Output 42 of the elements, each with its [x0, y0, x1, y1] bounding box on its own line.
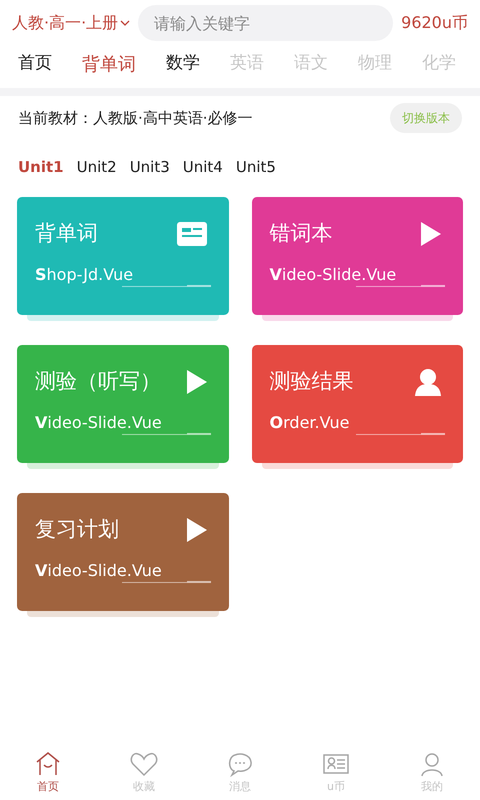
- home-icon: [34, 750, 62, 776]
- play-icon: [186, 518, 206, 542]
- bottom-nav-item[interactable]: 首页: [18, 750, 78, 795]
- nav-label: 我的: [421, 778, 443, 794]
- unit-tab[interactable]: Unit1: [18, 156, 64, 178]
- feature-card[interactable]: 测验结果 Order.Vue: [252, 345, 463, 463]
- play-icon: [186, 370, 206, 394]
- current-textbook: 当前教材：人教版·高中英语·必修一: [18, 108, 253, 129]
- card-title: 背单词: [35, 220, 98, 248]
- play-icon: [421, 222, 441, 246]
- coin-balance: 9620u币: [401, 12, 468, 34]
- id-card-icon: [176, 222, 206, 246]
- card-title: 测验结果: [270, 368, 354, 396]
- textbook-selector[interactable]: 人教·高一·上册: [12, 11, 130, 35]
- heart-icon: [130, 750, 158, 776]
- card-title: 复习计划: [35, 516, 119, 544]
- unit-tab[interactable]: Unit4: [182, 156, 223, 178]
- card-title: 测验（听写）: [35, 368, 161, 396]
- nav-label: 首页: [37, 778, 59, 794]
- feature-card[interactable]: 复习计划 Video-Slide.Vue: [17, 493, 228, 611]
- card-title: 错词本: [270, 220, 332, 248]
- card-subtitle: Video-Slide.Vue: [35, 412, 163, 434]
- subject-tab[interactable]: 首页: [18, 51, 52, 77]
- nav-label: u币: [327, 778, 345, 794]
- card-subtitle: Video-Slide.Vue: [35, 560, 163, 582]
- unit-tab[interactable]: Unit5: [236, 156, 276, 178]
- chat-icon: [226, 750, 254, 776]
- unit-tab[interactable]: Unit2: [76, 156, 117, 178]
- card-subtitle: Video-Slide.Vue: [270, 264, 398, 286]
- subject-tab[interactable]: 数学: [166, 51, 200, 77]
- feature-card[interactable]: 背单词 Shop-Jd.Vue: [17, 197, 228, 315]
- card-subtitle: Shop-Jd.Vue: [35, 264, 134, 286]
- nav-label: 消息: [229, 778, 251, 794]
- nav-label: 收藏: [133, 778, 155, 794]
- subject-tab[interactable]: 背单词: [82, 50, 136, 78]
- chevron-down-icon: [120, 20, 130, 26]
- feature-card[interactable]: 错词本 Video-Slide.Vue: [252, 197, 463, 315]
- card-subtitle: Order.Vue: [270, 412, 350, 434]
- feature-card[interactable]: 测验（听写） Video-Slide.Vue: [17, 345, 228, 463]
- search-field[interactable]: 请输入关键字: [138, 5, 394, 41]
- unit-tab[interactable]: Unit3: [130, 156, 170, 178]
- user-icon: [415, 368, 441, 396]
